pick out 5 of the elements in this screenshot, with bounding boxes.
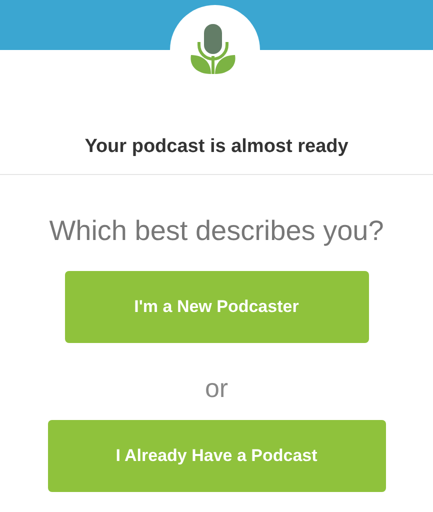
choice-button[interactable]: I'm a New Podcaster	[64, 271, 368, 343]
choice-button[interactable]: I Already Have a Podcast	[48, 420, 386, 492]
separator-text: or	[204, 373, 228, 404]
page-title: Your podcast is almost ready	[84, 136, 348, 158]
question-heading: Which best describes you?	[49, 215, 384, 247]
